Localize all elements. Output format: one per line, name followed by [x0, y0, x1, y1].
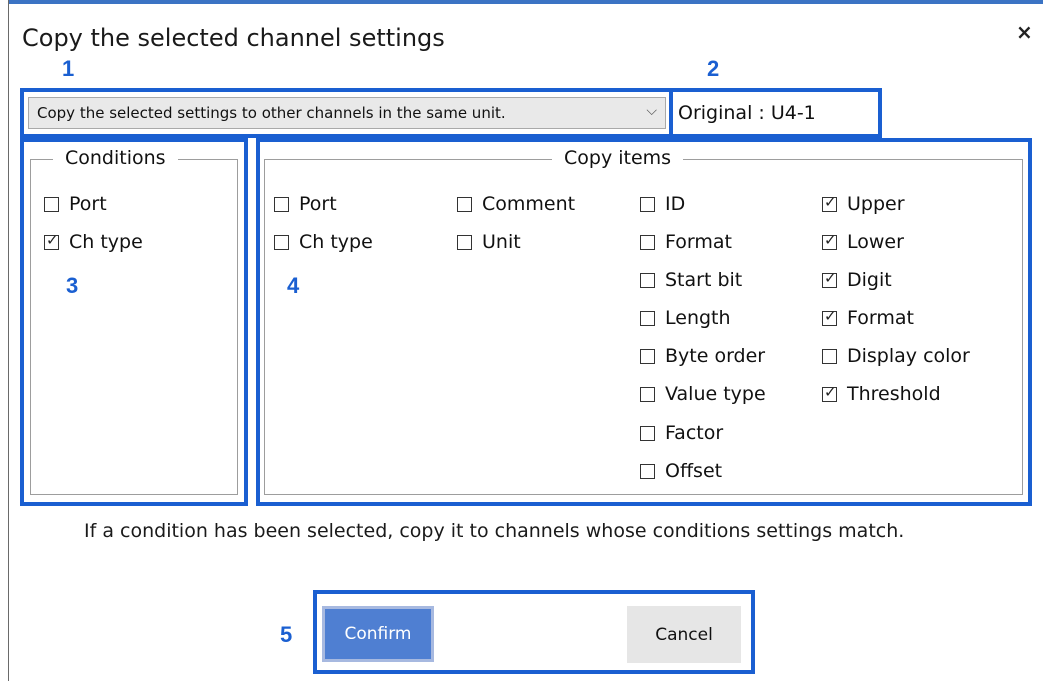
info-text: If a condition has been selected, copy i… [84, 520, 905, 542]
window-top-border [8, 0, 1043, 4]
annotation-5: 5 [280, 622, 293, 647]
annotation-2: 2 [707, 56, 720, 81]
dialog-title: Copy the selected channel settings [22, 24, 445, 52]
annotation-frame-5 [313, 590, 755, 674]
annotation-frame-4 [256, 138, 1032, 506]
close-icon[interactable]: × [1016, 20, 1033, 44]
annotation-1: 1 [62, 56, 75, 81]
annotation-frame-1 [20, 88, 673, 138]
annotation-frame-3 [20, 138, 248, 506]
window-left-border [8, 0, 9, 681]
annotation-frame-2 [669, 88, 882, 138]
